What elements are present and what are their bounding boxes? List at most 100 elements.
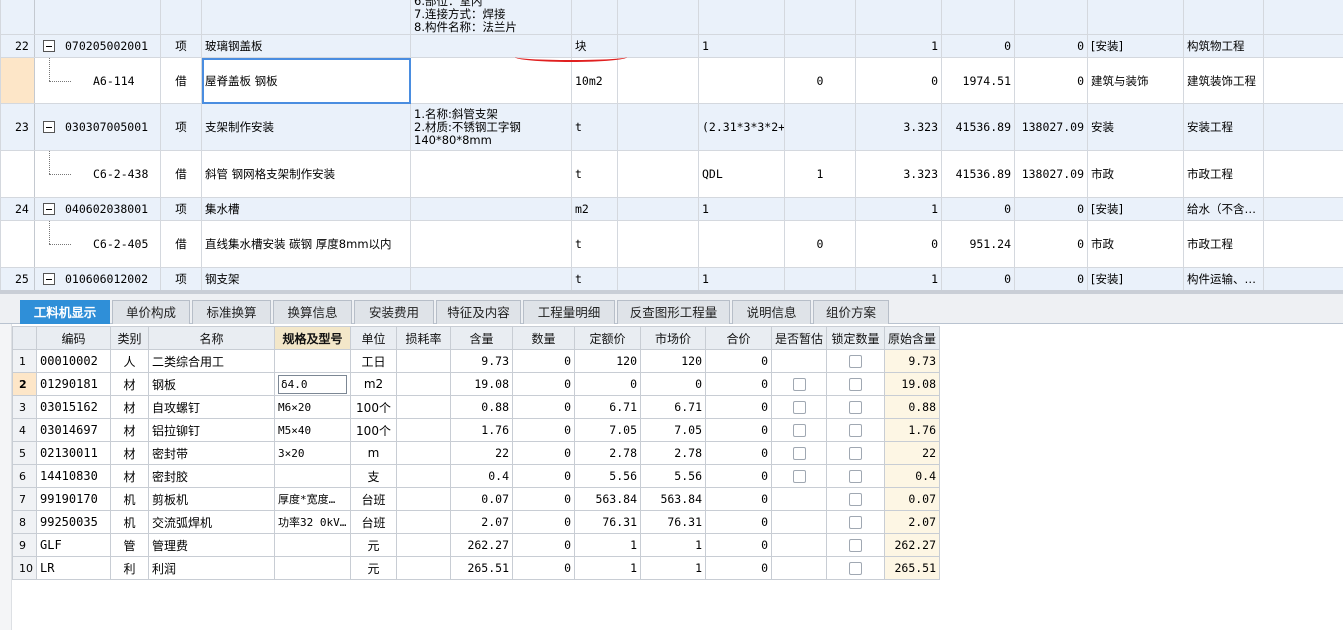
item-code[interactable]: A6-114 xyxy=(34,57,161,104)
item-name[interactable]: 斜管 钢网格支架制作安装 xyxy=(201,150,411,198)
base-price[interactable]: 76.31 xyxy=(574,510,641,534)
resource-row[interactable]: 5 02130011 材密封带 3×20 m 22 0 2.78 2.78 0 22 xyxy=(12,441,941,465)
project-category[interactable]: 市政工程 xyxy=(1183,150,1264,198)
quantity[interactable]: 0 xyxy=(512,349,575,373)
market-price[interactable]: 7.05 xyxy=(640,418,706,442)
resource-code[interactable]: 00010002 xyxy=(36,349,111,373)
quantity-expression[interactable]: (2.31*3*3*2+9.2*5*2+8.8*3*2)*17.83/1000 xyxy=(698,103,785,151)
column-header[interactable]: 定额价 xyxy=(574,326,641,350)
tab-6[interactable]: 特征及内容 xyxy=(436,300,521,324)
item-blank[interactable] xyxy=(617,57,699,104)
sum-price[interactable]: 0 xyxy=(705,395,772,419)
resource-name[interactable]: 自攻螺钉 xyxy=(148,395,275,419)
lock-quantity-checkbox[interactable] xyxy=(849,424,863,437)
item-name[interactable] xyxy=(201,0,411,35)
quantity[interactable]: 0 xyxy=(512,372,575,396)
content[interactable]: 2.07 xyxy=(450,510,513,534)
row-number[interactable] xyxy=(0,57,35,104)
resource-spec[interactable]: 功率32 0kV… xyxy=(274,510,351,534)
column-header[interactable]: 数量 xyxy=(512,326,575,350)
major-type[interactable]: 市政 xyxy=(1087,220,1184,268)
item-unit[interactable]: 10m2 xyxy=(571,57,618,104)
major-type[interactable]: [安装] xyxy=(1087,267,1184,290)
lock-quantity-checkbox[interactable] xyxy=(849,493,863,506)
quantity[interactable]: 0 xyxy=(512,395,575,419)
item-code[interactable]: 070205002001 xyxy=(34,34,161,58)
major-type[interactable]: [安装] xyxy=(1087,197,1184,221)
row-number[interactable]: 22 xyxy=(0,34,35,58)
original-content[interactable]: 0.4 xyxy=(884,464,941,488)
column-header[interactable]: 合价 xyxy=(705,326,772,350)
total-price[interactable]: 0 xyxy=(1014,34,1088,58)
tab-9[interactable]: 说明信息 xyxy=(732,300,811,324)
resource-spec[interactable]: 厚度*宽度… xyxy=(274,487,351,511)
market-price[interactable]: 5.56 xyxy=(640,464,706,488)
resource-code[interactable]: 99250035 xyxy=(36,510,111,534)
is-estimate-checkbox[interactable] xyxy=(792,470,806,483)
market-price[interactable]: 1 xyxy=(640,556,706,580)
loss-rate[interactable] xyxy=(396,418,451,442)
row-number[interactable]: 23 xyxy=(0,103,35,151)
market-price[interactable]: 563.84 xyxy=(640,487,706,511)
unit-price[interactable]: 41536.89 xyxy=(941,103,1015,151)
bill-row[interactable]: 25 010606012002 项钢支架 t 1 1 0 0 [安装] 构件运输、… xyxy=(0,267,1343,290)
original-content[interactable]: 19.08 xyxy=(884,372,941,396)
loss-rate[interactable] xyxy=(396,510,451,534)
unit-price[interactable]: 41536.89 xyxy=(941,150,1015,198)
tab-7[interactable]: 工程量明细 xyxy=(523,300,615,324)
sum-price[interactable]: 0 xyxy=(705,487,772,511)
lock-quantity-checkbox[interactable] xyxy=(849,562,863,575)
total-price[interactable]: 0 xyxy=(1014,197,1088,221)
item-unit[interactable] xyxy=(571,0,618,35)
quantity[interactable]: 1 xyxy=(855,197,942,221)
item-blank[interactable] xyxy=(617,220,699,268)
quantity-expression[interactable]: 1 xyxy=(698,34,785,58)
market-price[interactable]: 76.31 xyxy=(640,510,706,534)
is-estimate-checkbox[interactable] xyxy=(792,401,806,414)
quantity-expression[interactable] xyxy=(698,57,785,104)
column-header[interactable]: 编码 xyxy=(36,326,111,350)
item-name[interactable]: 直线集水槽安装 碳钢 厚度8mm以内 xyxy=(201,220,411,268)
lock-quantity-checkbox[interactable] xyxy=(849,378,863,391)
sum-price[interactable]: 0 xyxy=(705,510,772,534)
base-price[interactable]: 5.56 xyxy=(574,464,641,488)
item-code[interactable]: 010606012002 xyxy=(34,267,161,290)
quantity[interactable]: 0 xyxy=(512,464,575,488)
market-price[interactable]: 0 xyxy=(640,372,706,396)
resource-name[interactable]: 管理费 xyxy=(148,533,275,557)
column-header[interactable]: 原始含量 xyxy=(884,326,941,350)
quantity[interactable]: 0 xyxy=(512,441,575,465)
unit-price[interactable] xyxy=(941,0,1015,35)
resource-name[interactable]: 钢板 xyxy=(148,372,275,396)
base-price[interactable]: 6.71 xyxy=(574,395,641,419)
bill-row[interactable]: 22 070205002001 项玻璃钢盖板块 1 1 0 0 [安装] 构筑物工程 xyxy=(0,34,1343,58)
unit-price[interactable]: 951.24 xyxy=(941,220,1015,268)
project-category[interactable]: 构筑物工程 xyxy=(1183,34,1264,58)
item-code[interactable]: 030307005001 xyxy=(34,103,161,151)
bill-row[interactable]: 24 040602038001 项集水槽 m2 1 1 0 0 [安装] 给水（不含… xyxy=(0,197,1343,221)
resource-kind[interactable]: 利 xyxy=(110,556,149,580)
row-number[interactable]: 1 xyxy=(12,349,37,373)
quantity[interactable]: 0 xyxy=(512,487,575,511)
item-blank[interactable] xyxy=(617,267,699,290)
item-name[interactable]: 支架制作安装 xyxy=(201,103,411,151)
resource-kind[interactable]: 材 xyxy=(110,372,149,396)
row-number[interactable]: 24 xyxy=(0,197,35,221)
resource-kind[interactable]: 材 xyxy=(110,395,149,419)
item-blank[interactable] xyxy=(617,103,699,151)
resource-spec[interactable]: δ4.0 xyxy=(274,372,351,396)
resource-name[interactable]: 二类综合用工 xyxy=(148,349,275,373)
quantity-expression[interactable] xyxy=(698,0,785,35)
sum-price[interactable]: 0 xyxy=(705,418,772,442)
project-category[interactable]: 构件运输、… xyxy=(1183,267,1264,290)
base-price[interactable]: 7.05 xyxy=(574,418,641,442)
market-price[interactable]: 2.78 xyxy=(640,441,706,465)
bill-row[interactable]: 6.部位：室内 7.连接方式：焊接 8.构件名称：法兰片 xyxy=(0,0,1343,35)
loss-rate[interactable] xyxy=(396,487,451,511)
column-header[interactable]: 是否暂估 xyxy=(770,326,828,350)
lock-quantity-checkbox[interactable] xyxy=(849,470,863,483)
resource-row[interactable]: 8 99250035 机交流弧焊机 功率32 0kV… 台班 2.07 0 76.31 76.3… xyxy=(12,510,941,534)
item-unit[interactable]: t xyxy=(571,220,618,268)
quota-row[interactable]: C6-2-405 借直线集水槽安装 碳钢 厚度8mm以内 t 0 0 951.24 0 市政市… xyxy=(0,220,1343,268)
original-content[interactable]: 262.27 xyxy=(884,533,941,557)
